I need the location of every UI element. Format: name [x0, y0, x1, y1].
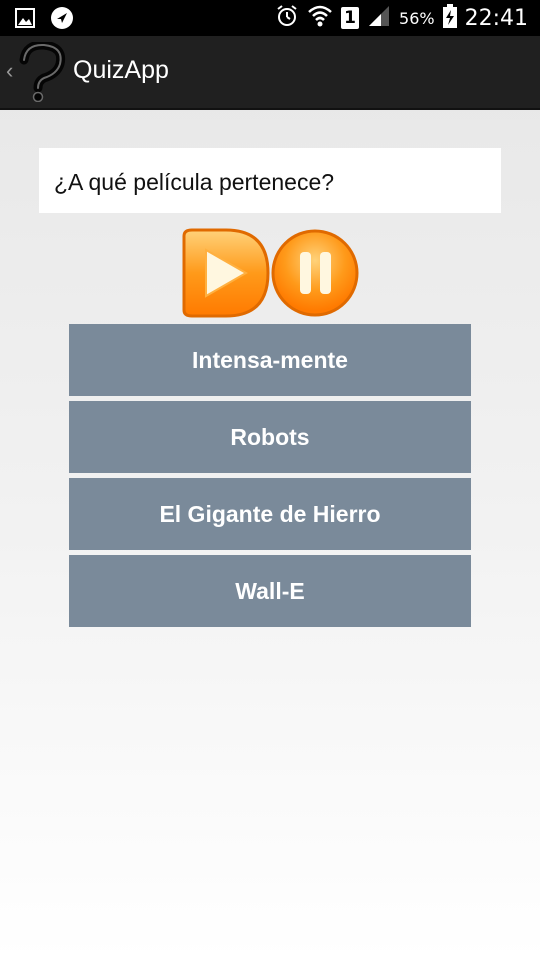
- signal-icon: [367, 4, 391, 33]
- clock: 22:41: [464, 5, 528, 31]
- media-controls: [180, 228, 360, 318]
- play-icon[interactable]: [180, 228, 270, 323]
- wifi-icon: [307, 4, 333, 33]
- app-title: QuizApp: [73, 56, 169, 84]
- battery-percent: 56%: [399, 8, 435, 28]
- alarm-icon: [275, 4, 299, 33]
- back-chevron-icon[interactable]: ‹: [6, 58, 13, 84]
- sim-badge: 1: [341, 7, 360, 29]
- question-text: ¿A qué película pertenece?: [39, 148, 501, 213]
- answer-button-2[interactable]: Robots: [69, 401, 471, 473]
- action-bar: ‹ QuizApp: [0, 36, 540, 110]
- answer-button-4[interactable]: Wall-E: [69, 555, 471, 627]
- answer-button-1[interactable]: Intensa-mente: [69, 324, 471, 396]
- answer-button-3[interactable]: El Gigante de Hierro: [69, 478, 471, 550]
- pause-icon[interactable]: [270, 228, 360, 323]
- battery-icon: [442, 3, 457, 33]
- status-bar: 1 56% 22:41: [0, 0, 540, 36]
- question-mark-icon[interactable]: [14, 40, 70, 107]
- image-icon: [14, 7, 36, 34]
- navigation-icon: [50, 6, 74, 35]
